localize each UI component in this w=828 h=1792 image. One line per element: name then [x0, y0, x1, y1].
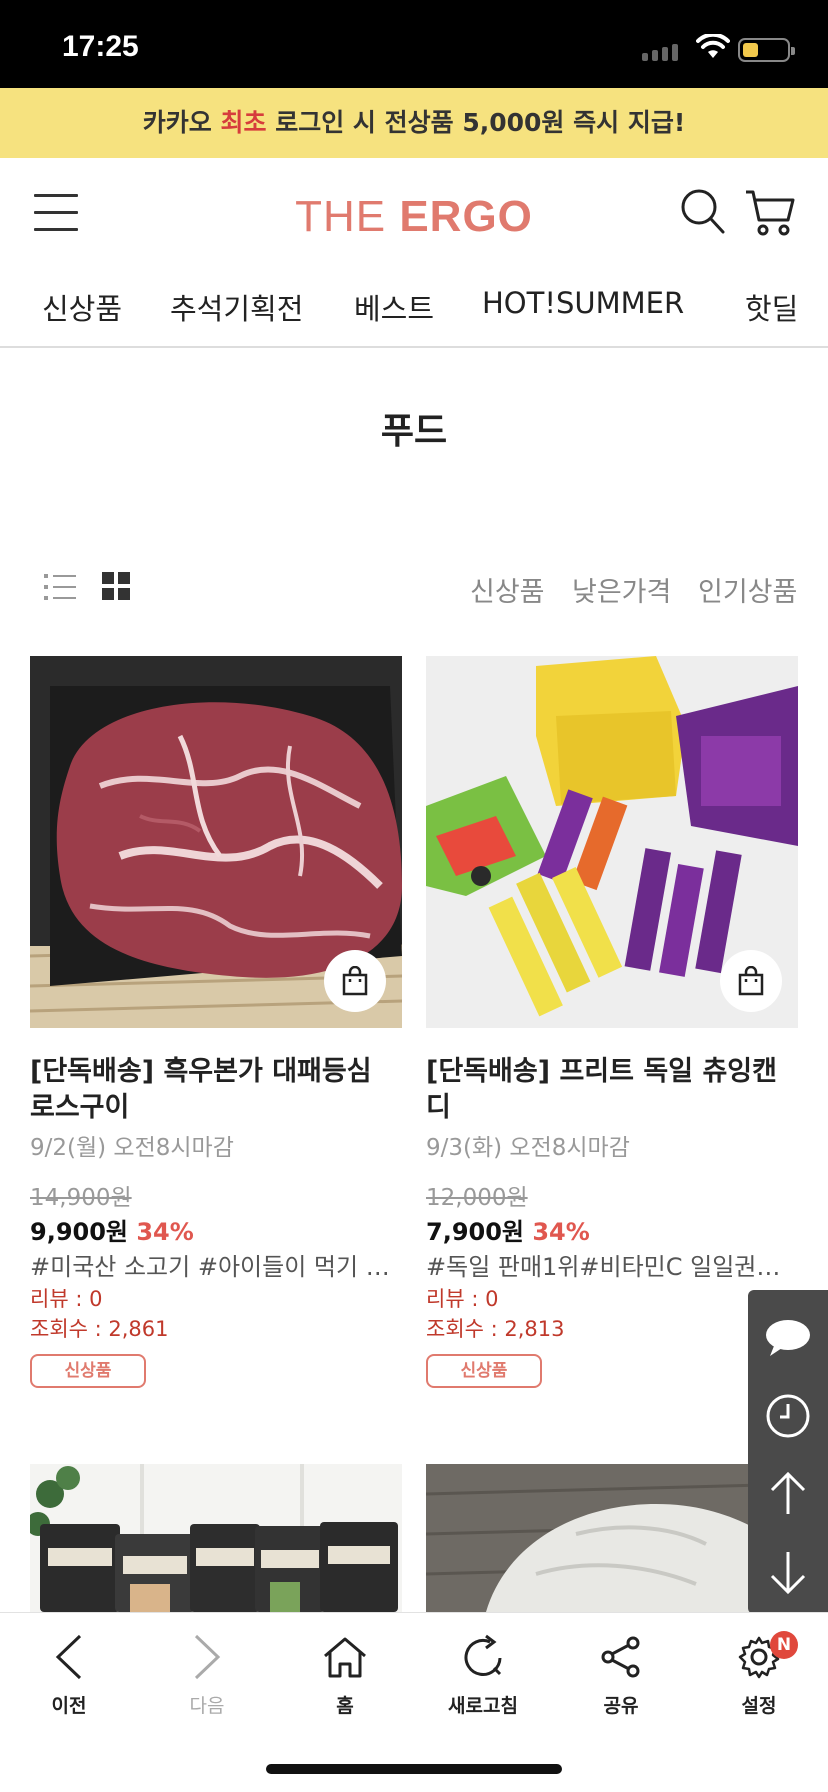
category-nav: 신상품 추석기획전 베스트 HOT!SUMMER 핫딜 [0, 270, 828, 348]
product-image-shrimp[interactable] [426, 1464, 798, 1612]
nav-item-chuseok[interactable]: 추석기획전 [170, 286, 303, 328]
product-price-row: 7,900원 34% [426, 1214, 798, 1250]
product-tags: #독일 판매1위#비타민C 일일권장 함유 [426, 1253, 798, 1281]
product-tags: #미국산 소고기 #아이들이 먹기 편한 [30, 1253, 402, 1281]
home-icon [324, 1637, 366, 1678]
product-card[interactable] [30, 1464, 402, 1612]
product-price: 7,900원 [426, 1218, 524, 1246]
cart-icon[interactable] [744, 186, 796, 238]
nav-item-hot-summer[interactable]: HOT!SUMMER [482, 286, 684, 320]
clock-icon [766, 1394, 810, 1438]
home-label: 홈 [336, 1695, 354, 1717]
home-button[interactable]: 홈 [290, 1629, 400, 1718]
scroll-bottom-button[interactable] [748, 1532, 828, 1612]
signal-icon [642, 44, 678, 61]
promo-banner[interactable]: 카카오 최초 로그인 시 전상품 5,000원 즉시 지급! [0, 88, 828, 158]
share-icon [601, 1636, 640, 1678]
list-view-icon[interactable] [44, 572, 76, 602]
logo-bold: ERGO [399, 192, 533, 241]
product-price-row: 9,900원 34% [30, 1214, 402, 1250]
product-name[interactable]: [단독배송] 흑우본가 대패등심 로스구이 [30, 1054, 402, 1126]
product-image-beef[interactable] [30, 656, 402, 1028]
nav-item-hotdeal[interactable]: 핫딜 [745, 286, 798, 328]
header: THE ERGO [0, 158, 828, 270]
sort-new[interactable]: 신상품 [470, 570, 545, 609]
new-badge: 신상품 [426, 1354, 542, 1388]
promo-highlight: 최초 [220, 108, 267, 137]
forward-label: 다음 [189, 1695, 225, 1717]
product-price: 9,900원 [30, 1218, 128, 1246]
refresh-icon [464, 1634, 502, 1676]
back-button[interactable]: 이전 [14, 1629, 124, 1718]
arrow-down-icon [770, 1552, 806, 1595]
add-to-cart-button[interactable] [720, 950, 782, 1012]
product-discount: 34% [532, 1218, 590, 1246]
notification-badge: N [770, 1631, 798, 1659]
arrow-up-icon [770, 1471, 806, 1514]
forward-button[interactable]: 다음 [152, 1629, 262, 1718]
recent-button[interactable] [748, 1376, 828, 1456]
refresh-label: 새로고침 [448, 1695, 518, 1717]
status-time: 17:25 [62, 30, 139, 63]
battery-icon [738, 38, 795, 62]
sort-low-price[interactable]: 낮은가격 [572, 570, 671, 609]
product-original-price: 14,900원 [30, 1185, 132, 1211]
refresh-button[interactable]: 새로고침 [428, 1629, 538, 1718]
floating-side-bar [748, 1290, 828, 1614]
share-label: 공유 [603, 1695, 639, 1717]
chat-button[interactable] [748, 1298, 828, 1378]
page-title: 푸드 [380, 411, 448, 452]
promo-text-2: 로그인 시 전상품 5,000원 즉시 지급! [266, 108, 686, 137]
nav-item-best[interactable]: 베스트 [354, 286, 434, 328]
product-original-price: 12,000원 [426, 1185, 528, 1211]
share-button[interactable]: 공유 [566, 1629, 676, 1718]
grid-view-icon[interactable] [102, 572, 130, 600]
product-deadline: 9/3(화) 오전8시마감 [426, 1135, 630, 1161]
product-discount: 34% [136, 1218, 194, 1246]
add-to-cart-button[interactable] [324, 950, 386, 1012]
product-card[interactable] [426, 1464, 798, 1612]
shopping-bag-icon [738, 966, 764, 996]
settings-label: 설정 [741, 1695, 777, 1717]
list-toolbar: 신상품 낮은가격 인기상품 [0, 566, 828, 610]
product-views: 조회수 : 2,861 [30, 1317, 169, 1341]
settings-button[interactable]: N 설정 [704, 1629, 814, 1718]
product-reviews: 리뷰 : 0 [426, 1287, 499, 1311]
shopping-bag-icon [342, 966, 368, 996]
search-icon[interactable] [680, 188, 726, 236]
product-image-snacks[interactable] [30, 1464, 402, 1612]
scroll-top-button[interactable] [748, 1454, 828, 1534]
status-bar: 17:25 [0, 0, 828, 88]
product-card[interactable]: [단독배송] 프리트 독일 츄잉캔디 9/3(화) 오전8시마감 12,000원… [426, 656, 798, 1388]
promo-text-1: 카카오 [142, 108, 221, 137]
sort-popular[interactable]: 인기상품 [698, 570, 797, 609]
home-indicator [266, 1764, 562, 1774]
wifi-icon [696, 34, 730, 58]
chevron-left-icon [55, 1634, 82, 1680]
product-name[interactable]: [단독배송] 프리트 독일 츄잉캔디 [426, 1054, 798, 1126]
new-badge: 신상품 [30, 1354, 146, 1388]
product-reviews: 리뷰 : 0 [30, 1287, 103, 1311]
logo-light: THE [295, 192, 400, 241]
product-views: 조회수 : 2,813 [426, 1317, 565, 1341]
chevron-right-icon [194, 1634, 221, 1680]
product-deadline: 9/2(월) 오전8시마감 [30, 1135, 234, 1161]
chat-icon [766, 1320, 810, 1356]
nav-item-new[interactable]: 신상품 [42, 286, 122, 328]
back-label: 이전 [51, 1695, 87, 1717]
product-card[interactable]: [단독배송] 흑우본가 대패등심 로스구이 9/2(월) 오전8시마감 14,9… [30, 656, 402, 1388]
product-image-candy[interactable] [426, 656, 798, 1028]
